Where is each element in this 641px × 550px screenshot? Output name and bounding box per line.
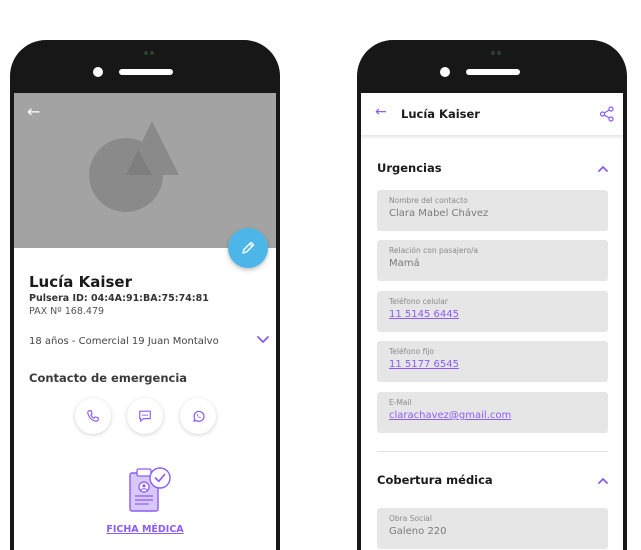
message-icon <box>139 410 151 422</box>
field-label: Teléfono fijo <box>389 347 434 356</box>
sensor-dot <box>497 51 501 55</box>
pax-number: PAX Nº 168.479 <box>29 306 105 317</box>
email-field[interactable]: E-Mail clarachavez@gmail.com <box>377 392 608 433</box>
section-title-cobertura: Cobertura médica <box>377 473 493 487</box>
whatsapp-button[interactable] <box>180 398 216 434</box>
field-label: Relación con pasajero/a <box>389 246 479 255</box>
obra-social-field[interactable]: Obra Social Galeno 220 <box>377 508 608 549</box>
whatsapp-icon <box>192 410 205 422</box>
phone-frame-left: ← Lucía Kaiser Pulsera ID: 04:4A:91:BA:7… <box>10 40 280 550</box>
email-link[interactable]: clarachavez@gmail.com <box>389 410 511 421</box>
section-title-urgencias: Urgencias <box>377 161 442 175</box>
medical-record-icon[interactable] <box>126 465 172 517</box>
image-placeholder-icon <box>89 121 179 212</box>
field-label: E-Mail <box>389 398 412 407</box>
app-bar: ← Lucía Kaiser <box>361 93 623 135</box>
profile-name: Lucía Kaiser <box>29 273 133 291</box>
pulsera-id: Pulsera ID: 04:4A:91:BA:75:74:81 <box>29 293 209 304</box>
chevron-down-icon[interactable] <box>256 335 270 345</box>
contact-name-field[interactable]: Nombre del contacto Clara Mabel Chávez <box>377 190 608 231</box>
detail-title: Lucía Kaiser <box>401 107 480 121</box>
front-camera <box>440 67 450 77</box>
speaker-bar <box>119 69 173 75</box>
mobile-phone-field[interactable]: Teléfono celular 11 5145 6445 <box>377 291 608 332</box>
share-icon[interactable] <box>599 106 615 122</box>
section-divider <box>377 451 608 452</box>
sensor-dot <box>150 51 154 55</box>
ficha-medica-link[interactable]: FICHA MÉDICA <box>14 524 276 535</box>
speaker-bar <box>466 69 520 75</box>
showcase-stage: ← Lucía Kaiser Pulsera ID: 04:4A:91:BA:7… <box>0 0 641 550</box>
pencil-icon <box>242 241 255 254</box>
profile-details: 18 años - Comercial 19 Juan Montalvo <box>29 336 219 347</box>
field-value: Mamá <box>389 258 420 269</box>
field-label: Obra Social <box>389 514 432 523</box>
sensor-dot <box>491 51 495 55</box>
phone-frame-right: ← Lucía Kaiser Urgencias Nombre del cont… <box>357 40 627 550</box>
sensor-dot <box>144 51 148 55</box>
landline-phone-field[interactable]: Teléfono fijo 11 5177 6545 <box>377 341 608 382</box>
profile-screen: ← Lucía Kaiser Pulsera ID: 04:4A:91:BA:7… <box>14 93 276 550</box>
arrow-left-icon[interactable]: ← <box>375 104 387 120</box>
field-value: Galeno 220 <box>389 526 447 537</box>
field-label: Teléfono celular <box>389 297 448 306</box>
chevron-up-icon[interactable] <box>597 476 609 485</box>
edit-button[interactable] <box>228 228 268 268</box>
field-label: Nombre del contacto <box>389 196 468 205</box>
relation-field[interactable]: Relación con pasajero/a Mamá <box>377 240 608 281</box>
profile-photo-placeholder: ← <box>14 93 276 248</box>
arrow-left-icon[interactable]: ← <box>27 102 40 121</box>
call-button[interactable] <box>75 398 111 434</box>
emergency-contact-title: Contacto de emergencia <box>29 371 188 385</box>
message-button[interactable] <box>127 398 163 434</box>
phone-icon <box>87 410 99 422</box>
detail-screen: ← Lucía Kaiser Urgencias Nombre del cont… <box>361 93 623 550</box>
field-value: Clara Mabel Chávez <box>389 208 489 219</box>
front-camera <box>93 67 103 77</box>
landline-phone-link[interactable]: 11 5177 6545 <box>389 359 459 370</box>
mobile-phone-link[interactable]: 11 5145 6445 <box>389 309 459 320</box>
chevron-up-icon[interactable] <box>597 164 609 173</box>
